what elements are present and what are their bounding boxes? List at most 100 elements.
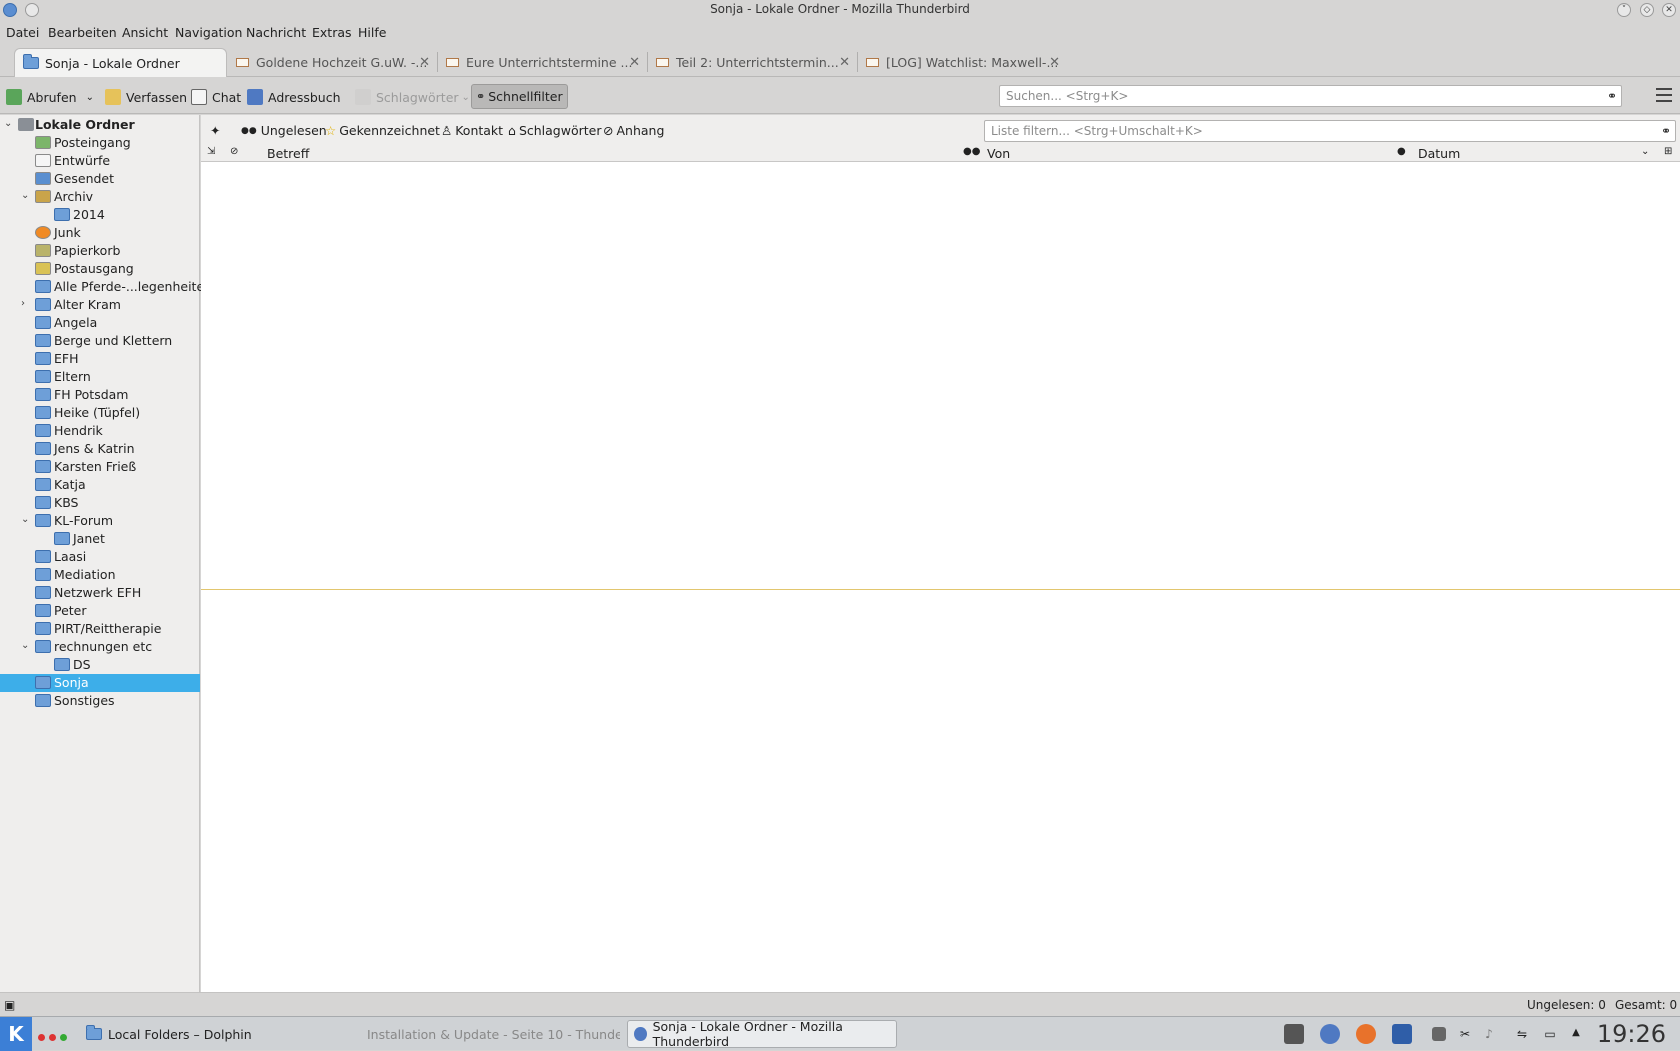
junk-column-icon[interactable]: ●: [1397, 146, 1406, 157]
hamburger-menu-icon[interactable]: [1656, 88, 1672, 102]
folder-item[interactable]: Katja: [0, 476, 200, 494]
dropbox-tray-icon[interactable]: [1432, 1027, 1446, 1041]
network-tray-icon[interactable]: ▭: [1542, 1027, 1558, 1041]
folder-item[interactable]: Heike (Tüpfel): [0, 404, 200, 422]
chevron-down-icon[interactable]: ⌄: [21, 640, 29, 651]
activity-icon[interactable]: ▣: [4, 998, 15, 1012]
close-tab-icon[interactable]: ✕: [1049, 55, 1060, 70]
chevron-down-icon[interactable]: ⌄: [21, 190, 29, 201]
filter-list-input[interactable]: Liste filtern... <Strg+Umschalt+K> ⚭: [984, 120, 1676, 142]
chevron-right-icon[interactable]: ›: [21, 298, 25, 309]
write-button[interactable]: Verfassen: [105, 87, 187, 107]
filter-attachment-button[interactable]: ⊘ Anhang: [603, 123, 664, 138]
folder-item[interactable]: Netzwerk EFH: [0, 584, 200, 602]
folder-item[interactable]: 2014: [0, 206, 200, 224]
tab-message-1[interactable]: Goldene Hochzeit G.uW. -... ✕: [228, 48, 438, 77]
chevron-down-icon[interactable]: ⌄: [86, 92, 94, 103]
task-thunderbird[interactable]: Sonja - Lokale Ordner - Mozilla Thunderb…: [627, 1019, 897, 1049]
folder-item[interactable]: EFH: [0, 350, 200, 368]
chevron-down-icon[interactable]: ⌄: [4, 118, 12, 129]
folder-item[interactable]: KBS: [0, 494, 200, 512]
tab-message-3[interactable]: Teil 2: Unterrichtstermin... ✕: [648, 48, 858, 77]
scissors-tray-icon[interactable]: ✂: [1458, 1027, 1472, 1041]
thread-pane[interactable]: [201, 162, 1680, 589]
menu-extras[interactable]: Extras: [312, 25, 352, 40]
tray-expand-icon[interactable]: ▲: [1570, 1027, 1582, 1041]
folder-item[interactable]: DS: [0, 656, 200, 674]
filter-tags-button[interactable]: ⌂ Schlagwörter: [508, 123, 601, 138]
tags-button[interactable]: Schlagwörter ⌄: [355, 87, 470, 107]
maximize-icon[interactable]: ◇: [1640, 3, 1654, 17]
addressbook-button[interactable]: Adressbuch: [247, 87, 341, 107]
chevron-down-icon[interactable]: ⌄: [21, 514, 29, 525]
folder-root[interactable]: ⌄ Lokale Ordner: [0, 116, 200, 134]
filter-contact-button[interactable]: ♙ Kontakt: [441, 123, 503, 138]
folder-item[interactable]: Posteingang: [0, 134, 200, 152]
menu-nachricht[interactable]: Nachricht: [246, 25, 306, 40]
folder-item[interactable]: Papierkorb: [0, 242, 200, 260]
chat-button[interactable]: Chat: [191, 87, 241, 107]
folder-item[interactable]: ⌄ Archiv: [0, 188, 200, 206]
folder-item[interactable]: Sonja: [0, 674, 200, 692]
folder-item[interactable]: Berge und Klettern: [0, 332, 200, 350]
sort-chevron-icon[interactable]: ⌄: [1641, 146, 1649, 157]
folder-item[interactable]: Gesendet: [0, 170, 200, 188]
gimp-tray-icon[interactable]: [1284, 1024, 1304, 1044]
folder-item[interactable]: Postausgang: [0, 260, 200, 278]
volume-tray-icon[interactable]: ♪: [1482, 1027, 1496, 1041]
folder-item[interactable]: ⌄ rechnungen etc: [0, 638, 200, 656]
folder-item[interactable]: FH Potsdam: [0, 386, 200, 404]
column-picker-icon[interactable]: ⊞: [1664, 146, 1672, 157]
folder-item[interactable]: Entwürfe: [0, 152, 200, 170]
tab-message-2[interactable]: Eure Unterrichtstermine ... ✕: [438, 48, 648, 77]
folder-item[interactable]: Jens & Katrin: [0, 440, 200, 458]
menu-hilfe[interactable]: Hilfe: [358, 25, 386, 40]
folder-item[interactable]: Mediation: [0, 566, 200, 584]
task-browser[interactable]: Installation & Update - Seite 10 - Thund…: [355, 1020, 620, 1048]
folder-item[interactable]: Peter: [0, 602, 200, 620]
folder-item[interactable]: Hendrik: [0, 422, 200, 440]
folder-item[interactable]: Junk: [0, 224, 200, 242]
thunderbird-tray-icon[interactable]: [1320, 1024, 1340, 1044]
tab-sonja[interactable]: Sonja - Lokale Ordner: [14, 48, 227, 77]
close-tab-icon[interactable]: ✕: [419, 55, 430, 70]
read-status-column-icon[interactable]: ●●: [963, 146, 980, 157]
search-input[interactable]: Suchen... <Strg+K> ⚭: [999, 85, 1622, 107]
screen-tray-icon[interactable]: [1392, 1024, 1412, 1044]
kde-launcher-icon[interactable]: K: [0, 1017, 32, 1051]
filter-starred-button[interactable]: ☆ Gekennzeichnet: [325, 123, 440, 138]
menu-datei[interactable]: Datei: [6, 25, 39, 40]
folder-item[interactable]: Sonstiges: [0, 692, 200, 710]
clock[interactable]: 19:26: [1597, 1020, 1666, 1048]
folder-item[interactable]: Laasi: [0, 548, 200, 566]
firefox-tray-icon[interactable]: [1356, 1024, 1376, 1044]
close-tab-icon[interactable]: ✕: [629, 55, 640, 70]
tab-message-4[interactable]: [LOG] Watchlist: Maxwell-... ✕: [858, 48, 1068, 77]
usb-tray-icon[interactable]: ⇋: [1514, 1027, 1530, 1041]
menu-ansicht[interactable]: Ansicht: [122, 25, 168, 40]
folder-item[interactable]: › Alter Kram: [0, 296, 200, 314]
column-date[interactable]: Datum: [1418, 146, 1460, 161]
attachment-column-icon[interactable]: ⊘: [230, 146, 238, 157]
folder-item[interactable]: PIRT/Reittherapie: [0, 620, 200, 638]
folder-item[interactable]: Janet: [0, 530, 200, 548]
activities-icon[interactable]: [38, 1030, 67, 1044]
folder-item[interactable]: Karsten Frieß: [0, 458, 200, 476]
filter-unread-button[interactable]: ●● Ungelesen: [241, 123, 327, 138]
minimize-icon[interactable]: ˅: [1617, 3, 1631, 17]
folder-item[interactable]: ⌄ KL-Forum: [0, 512, 200, 530]
folder-item[interactable]: Angela: [0, 314, 200, 332]
column-from[interactable]: Von: [987, 146, 1010, 161]
quickfilter-toggle[interactable]: ⚭ Schnellfilter: [471, 84, 568, 109]
close-window-icon[interactable]: ✕: [1662, 3, 1676, 17]
get-messages-button[interactable]: Abrufen ⌄: [6, 87, 94, 107]
folder-item[interactable]: Eltern: [0, 368, 200, 386]
close-tab-icon[interactable]: ✕: [839, 55, 850, 70]
thread-column-icon[interactable]: ⇲: [207, 146, 215, 157]
folder-item[interactable]: Alle Pferde-...legenheiten: [0, 278, 212, 296]
pin-icon[interactable]: ✦: [210, 123, 220, 138]
task-dolphin[interactable]: Local Folders – Dolphin: [80, 1020, 350, 1048]
column-subject[interactable]: Betreff: [267, 146, 309, 161]
menu-navigation[interactable]: Navigation: [175, 25, 242, 40]
menu-bearbeiten[interactable]: Bearbeiten: [48, 25, 117, 40]
